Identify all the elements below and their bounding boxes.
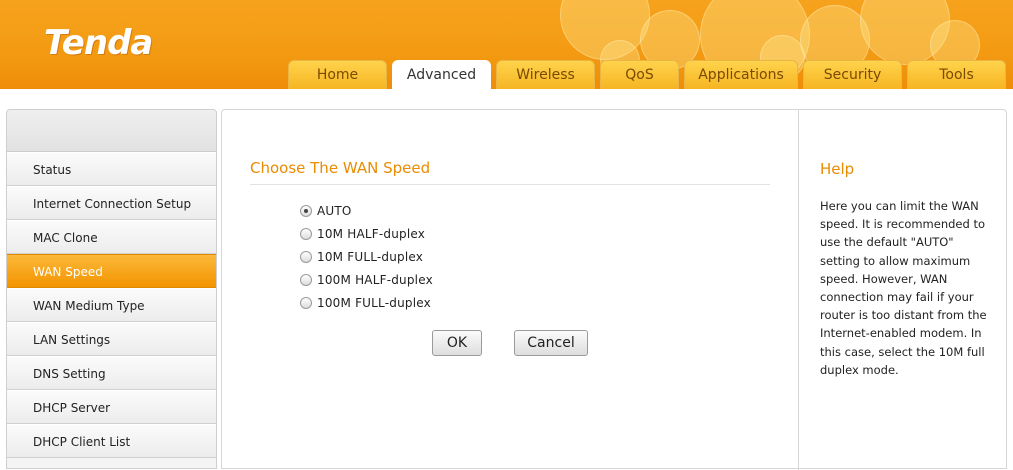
tab-advanced[interactable]: Advanced <box>392 60 491 89</box>
ok-button[interactable]: OK <box>432 330 482 356</box>
help-text: Here you can limit the WAN speed. It is … <box>820 199 987 377</box>
main-panel: Choose The WAN Speed AUTO 10M HALF-duple… <box>221 109 1007 470</box>
sidebar-item-dhcp-server[interactable]: DHCP Server <box>7 390 216 424</box>
radio-option-auto[interactable]: AUTO <box>300 202 352 220</box>
sidebar-item-wan-medium-type[interactable]: WAN Medium Type <box>7 288 216 322</box>
radio-label-10m-half: 10M HALF-duplex <box>317 227 426 241</box>
tenda-logo[interactable]: Tenda <box>44 26 192 60</box>
sidebar-item-internet-connection-setup[interactable]: Internet Connection Setup <box>7 186 216 220</box>
help-divider <box>798 110 799 470</box>
radio-option-10m-full[interactable]: 10M FULL-duplex <box>300 248 423 266</box>
sidebar-item-dns-setting[interactable]: DNS Setting <box>7 356 216 390</box>
radio-label-100m-full: 100M FULL-duplex <box>317 296 431 310</box>
radio-option-100m-full[interactable]: 100M FULL-duplex <box>300 294 431 312</box>
section-divider <box>250 184 770 185</box>
radio-button-10m-full[interactable] <box>300 251 312 263</box>
sidebar-item-status[interactable]: Status <box>7 152 216 186</box>
tab-wireless[interactable]: Wireless <box>496 60 595 89</box>
tab-applications[interactable]: Applications <box>684 60 798 89</box>
sidebar-item-dhcp-client-list[interactable]: DHCP Client List <box>7 424 216 458</box>
header-banner: Tenda Home Advanced Wireless QoS Applica… <box>0 0 1013 89</box>
sidebar-item-mac-clone[interactable]: MAC Clone <box>7 220 216 254</box>
tab-security[interactable]: Security <box>803 60 902 89</box>
sidebar-header <box>7 110 216 152</box>
tab-qos[interactable]: QoS <box>600 60 679 89</box>
tab-tools[interactable]: Tools <box>907 60 1006 89</box>
help-title: Help <box>820 160 855 178</box>
cancel-button[interactable]: Cancel <box>514 330 588 356</box>
sidebar-item-wan-speed[interactable]: WAN Speed <box>7 254 216 288</box>
sidebar-menu: Status Internet Connection Setup MAC Clo… <box>6 109 217 469</box>
radio-button-10m-half[interactable] <box>300 228 312 240</box>
radio-label-auto: AUTO <box>317 204 352 218</box>
sidebar-item-lan-settings[interactable]: LAN Settings <box>7 322 216 356</box>
radio-button-100m-half[interactable] <box>300 274 312 286</box>
radio-label-10m-full: 10M FULL-duplex <box>317 250 424 264</box>
tab-home[interactable]: Home <box>288 60 387 89</box>
radio-button-auto[interactable] <box>300 205 312 217</box>
radio-option-100m-half[interactable]: 100M HALF-duplex <box>300 271 433 289</box>
radio-label-100m-half: 100M HALF-duplex <box>317 273 433 287</box>
radio-option-10m-half[interactable]: 10M HALF-duplex <box>300 225 425 243</box>
section-title: Choose The WAN Speed <box>250 159 431 177</box>
radio-button-100m-full[interactable] <box>300 297 312 309</box>
